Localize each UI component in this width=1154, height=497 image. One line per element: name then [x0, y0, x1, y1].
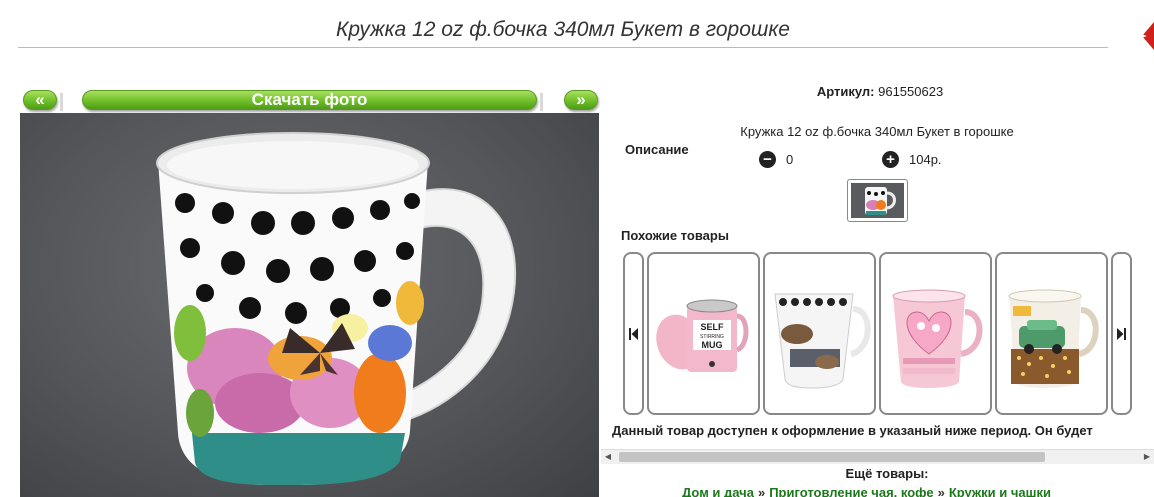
prev-photo-button[interactable]: «	[23, 90, 57, 110]
next-photo-button[interactable]: »	[564, 90, 598, 110]
nav-divider	[60, 93, 63, 111]
breadcrumb-link-home-garden[interactable]: Дом и дача	[682, 485, 754, 497]
sku-value: 961550623	[878, 84, 944, 99]
breadcrumb-separator: »	[757, 485, 766, 497]
similar-item[interactable]	[763, 252, 876, 415]
close-arrow-icon[interactable]	[1143, 22, 1154, 50]
quantity-value: 0	[786, 152, 794, 167]
quantity-control: − 0	[759, 151, 793, 168]
similar-item[interactable]	[879, 252, 992, 415]
download-photo-button[interactable]: Скачать фото	[82, 90, 537, 110]
nav-divider	[540, 93, 543, 111]
scrollbar-thumb[interactable]	[619, 452, 1045, 462]
product-page: Кружка 12 oz ф.бочка 340мл Букет в горош…	[0, 0, 1154, 497]
product-thumbnail[interactable]	[847, 179, 908, 222]
plus-icon[interactable]: +	[882, 151, 899, 168]
item-label: SELF	[700, 322, 724, 332]
breadcrumb: Дом и дача» Приготовление чая, кофе» Кружк…	[682, 485, 1051, 497]
sku-label: Артикул:	[816, 84, 875, 99]
minus-icon[interactable]: −	[759, 151, 776, 168]
breadcrumb-link-mugs-cups[interactable]: Кружки и чашки	[949, 485, 1051, 497]
thumbnail-image	[851, 183, 904, 218]
item-label: MUG	[702, 340, 723, 350]
similar-products-title: Похожие товары	[621, 228, 729, 243]
breadcrumb-link-tea-coffee[interactable]: Приготовление чая, кофе	[769, 485, 933, 497]
price-control: + 104р.	[882, 151, 942, 168]
similar-item[interactable]	[995, 252, 1108, 415]
sku-line: Артикул: 961550623	[620, 84, 1140, 99]
carousel-next-button[interactable]	[1111, 252, 1132, 415]
description-text: Кружка 12 oz ф.бочка 340мл Букет в горош…	[740, 124, 1014, 139]
breadcrumb-separator: »	[937, 485, 945, 497]
skip-back-icon	[629, 327, 638, 340]
description-label: Описание	[625, 142, 689, 157]
skip-forward-icon	[1117, 327, 1126, 340]
product-photo[interactable]	[20, 113, 599, 497]
title-divider	[18, 47, 1108, 48]
availability-text: Данный товар доступен к оформление в ука…	[612, 423, 1093, 438]
scroll-right-icon[interactable]: ▶	[1142, 452, 1152, 462]
horizontal-scrollbar[interactable]: ◀ ▶	[601, 449, 1154, 464]
carousel-prev-button[interactable]	[623, 252, 644, 415]
mug-illustration	[156, 132, 517, 485]
scroll-left-icon[interactable]: ◀	[603, 452, 613, 462]
page-title: Кружка 12 oz ф.бочка 340мл Букет в горош…	[336, 18, 790, 41]
similar-item[interactable]: SELF STIRRING MUG	[647, 252, 760, 415]
more-products-title: Ещё товары:	[845, 466, 929, 481]
price-value: 104р.	[909, 152, 942, 167]
